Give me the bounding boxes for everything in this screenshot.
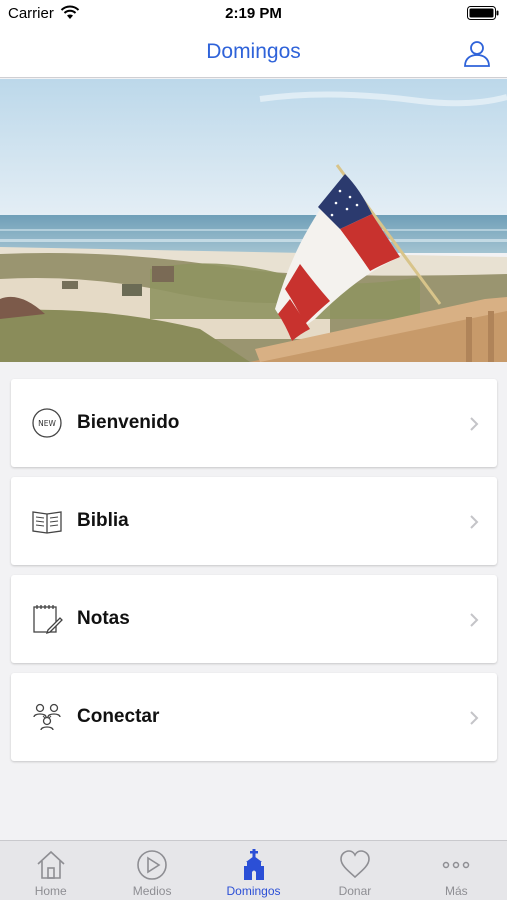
heart-icon	[340, 850, 370, 879]
play-circle-icon	[137, 850, 167, 880]
card-label-conectar: Conectar	[77, 706, 160, 727]
card-label-bienvenido: Bienvenido	[77, 412, 180, 433]
card-label-biblia: Biblia	[77, 510, 129, 531]
new-badge-text: NEW	[38, 419, 56, 428]
chevron-right-icon	[470, 417, 479, 431]
open-book-icon	[32, 511, 62, 534]
chevron-right-icon	[470, 515, 479, 529]
card-notas[interactable]: Notas	[11, 575, 497, 663]
status-time: 2:19 PM	[225, 5, 282, 22]
card-biblia[interactable]: Biblia	[11, 477, 497, 565]
tab-mas[interactable]: Más	[406, 841, 507, 900]
tab-home[interactable]: Home	[0, 841, 101, 900]
tab-label-domingos: Domingos	[226, 884, 281, 898]
chevron-right-icon	[470, 711, 479, 725]
hero-beach-flag-image	[0, 79, 507, 362]
tab-label-mas: Más	[444, 884, 468, 898]
chevron-right-icon	[470, 613, 479, 627]
more-dots-icon	[443, 861, 470, 869]
church-icon	[243, 849, 264, 880]
people-group-icon	[33, 703, 61, 731]
tab-label-medios: Medios	[132, 884, 172, 898]
card-conectar[interactable]: Conectar	[11, 673, 497, 761]
navigation-bar: Domingos	[0, 28, 507, 78]
battery-icon	[467, 6, 499, 20]
house-icon	[37, 850, 65, 879]
menu-card-list: NEW Bienvenido Biblia Notas Conectar	[11, 379, 497, 771]
tab-domingos[interactable]: Domingos	[203, 841, 304, 900]
new-badge-icon: NEW	[32, 408, 62, 438]
card-label-notas: Notas	[77, 608, 130, 629]
status-bar: Carrier 2:19 PM	[0, 0, 507, 28]
tab-label-donar: Donar	[338, 884, 372, 898]
card-bienvenido[interactable]: NEW Bienvenido	[11, 379, 497, 467]
profile-icon[interactable]	[463, 39, 491, 67]
page-title: Domingos	[206, 40, 301, 63]
tab-donar[interactable]: Donar	[304, 841, 405, 900]
tab-medios[interactable]: Medios	[101, 841, 202, 900]
tab-bar: Home Medios Domingos Donar Más	[0, 840, 507, 900]
notepad-pencil-icon	[33, 605, 63, 635]
tab-label-home: Home	[34, 884, 67, 898]
